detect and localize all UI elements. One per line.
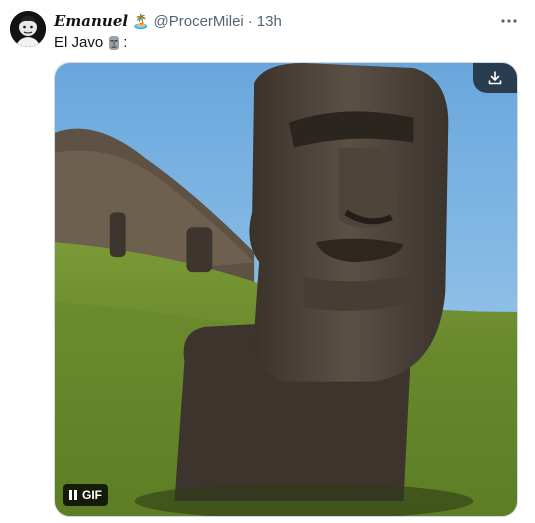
download-button[interactable] (473, 63, 517, 93)
tweet-header: Emanuel 🏝️ @ProcerMilei · 13h (54, 11, 282, 31)
moai-emoji-icon (109, 36, 120, 50)
more-horizontal-icon (501, 19, 517, 23)
tweet-text: El Javo : (54, 33, 127, 53)
author-handle[interactable]: @ProcerMilei (154, 13, 244, 30)
pause-icon (69, 490, 77, 500)
moai-gif-image (55, 63, 517, 516)
avatar[interactable] (10, 11, 46, 47)
tweet-text-body: El Javo (54, 34, 104, 51)
gif-play-pause-button[interactable]: GIF (63, 484, 108, 506)
header-separator: · (247, 12, 253, 30)
island-emoji-icon: 🏝️ (132, 12, 150, 29)
tweet-timestamp[interactable]: 13h (257, 13, 282, 30)
more-button[interactable] (497, 9, 521, 33)
author-display-name[interactable]: Emanuel (54, 12, 128, 30)
tweet-media-gif[interactable]: GIF (54, 62, 518, 517)
tweet-text-suffix: : (123, 34, 128, 51)
avatar-image (10, 11, 46, 47)
gif-badge-label: GIF (82, 488, 102, 502)
download-icon (488, 71, 502, 85)
